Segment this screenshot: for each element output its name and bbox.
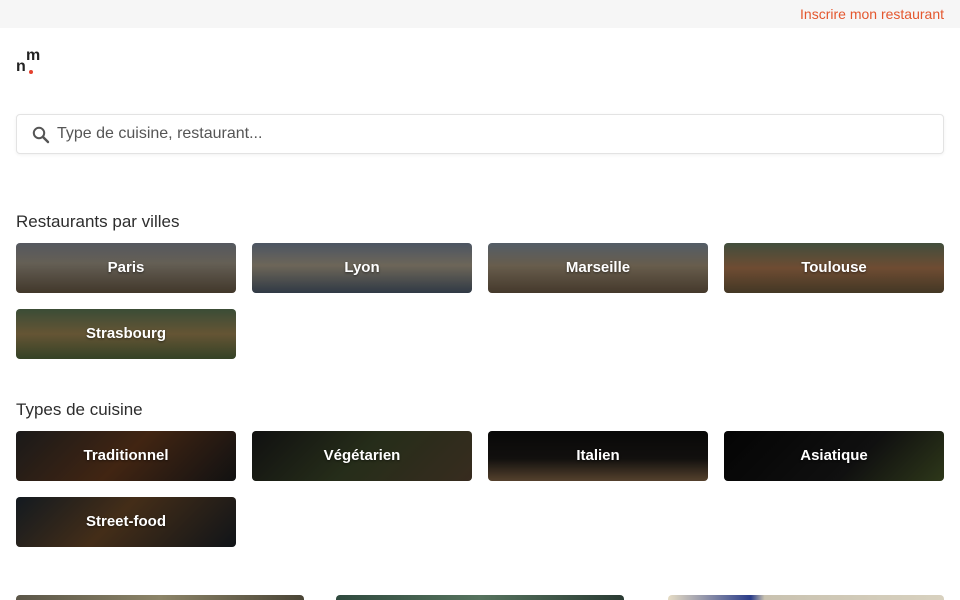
top-bar: Inscrire mon restaurant — [0, 0, 960, 28]
city-tile-marseille[interactable]: Marseille — [488, 243, 708, 293]
restaurant-card-image[interactable] — [668, 595, 944, 600]
city-tile-lyon[interactable]: Lyon — [252, 243, 472, 293]
cuisine-tile-traditionnel[interactable]: Traditionnel — [16, 431, 236, 481]
cuisine-label: Street-food — [86, 513, 166, 530]
cuisine-section-title: Types de cuisine — [16, 400, 143, 419]
city-label: Marseille — [565, 259, 631, 276]
search-bar — [16, 114, 944, 154]
restaurant-card-image[interactable] — [336, 595, 624, 600]
logo-letter-n: n — [16, 58, 26, 75]
city-label: Lyon — [344, 259, 380, 276]
cuisine-label: Végétarien — [323, 447, 401, 464]
cuisine-tile-asiatique[interactable]: Asiatique — [724, 431, 944, 481]
cuisine-tile-italien[interactable]: Italien — [488, 431, 708, 481]
cities-section-title: Restaurants par villes — [16, 212, 180, 231]
city-tile-paris[interactable]: Paris — [16, 243, 236, 293]
logo-letter-m: m — [26, 47, 41, 64]
city-tile-toulouse[interactable]: Toulouse — [724, 243, 944, 293]
city-label: Strasbourg — [85, 325, 166, 342]
cuisine-tile-vegetarien[interactable]: Végétarien — [252, 431, 472, 481]
cuisine-label: Italien — [576, 447, 620, 464]
city-tile-strasbourg[interactable]: Strasbourg — [16, 309, 236, 359]
cuisine-label: Asiatique — [800, 447, 868, 464]
logo-dot — [29, 70, 33, 74]
city-label: Paris — [107, 259, 145, 276]
city-label: Toulouse — [801, 259, 867, 276]
search-input[interactable] — [57, 115, 927, 153]
register-restaurant-link[interactable]: Inscrire mon restaurant — [800, 6, 944, 22]
search-icon[interactable] — [31, 125, 51, 145]
logo[interactable]: m n — [16, 48, 44, 78]
cuisine-tile-street-food[interactable]: Street-food — [16, 497, 236, 547]
cuisine-label: Traditionnel — [83, 447, 169, 464]
restaurant-card-image[interactable] — [16, 595, 304, 600]
